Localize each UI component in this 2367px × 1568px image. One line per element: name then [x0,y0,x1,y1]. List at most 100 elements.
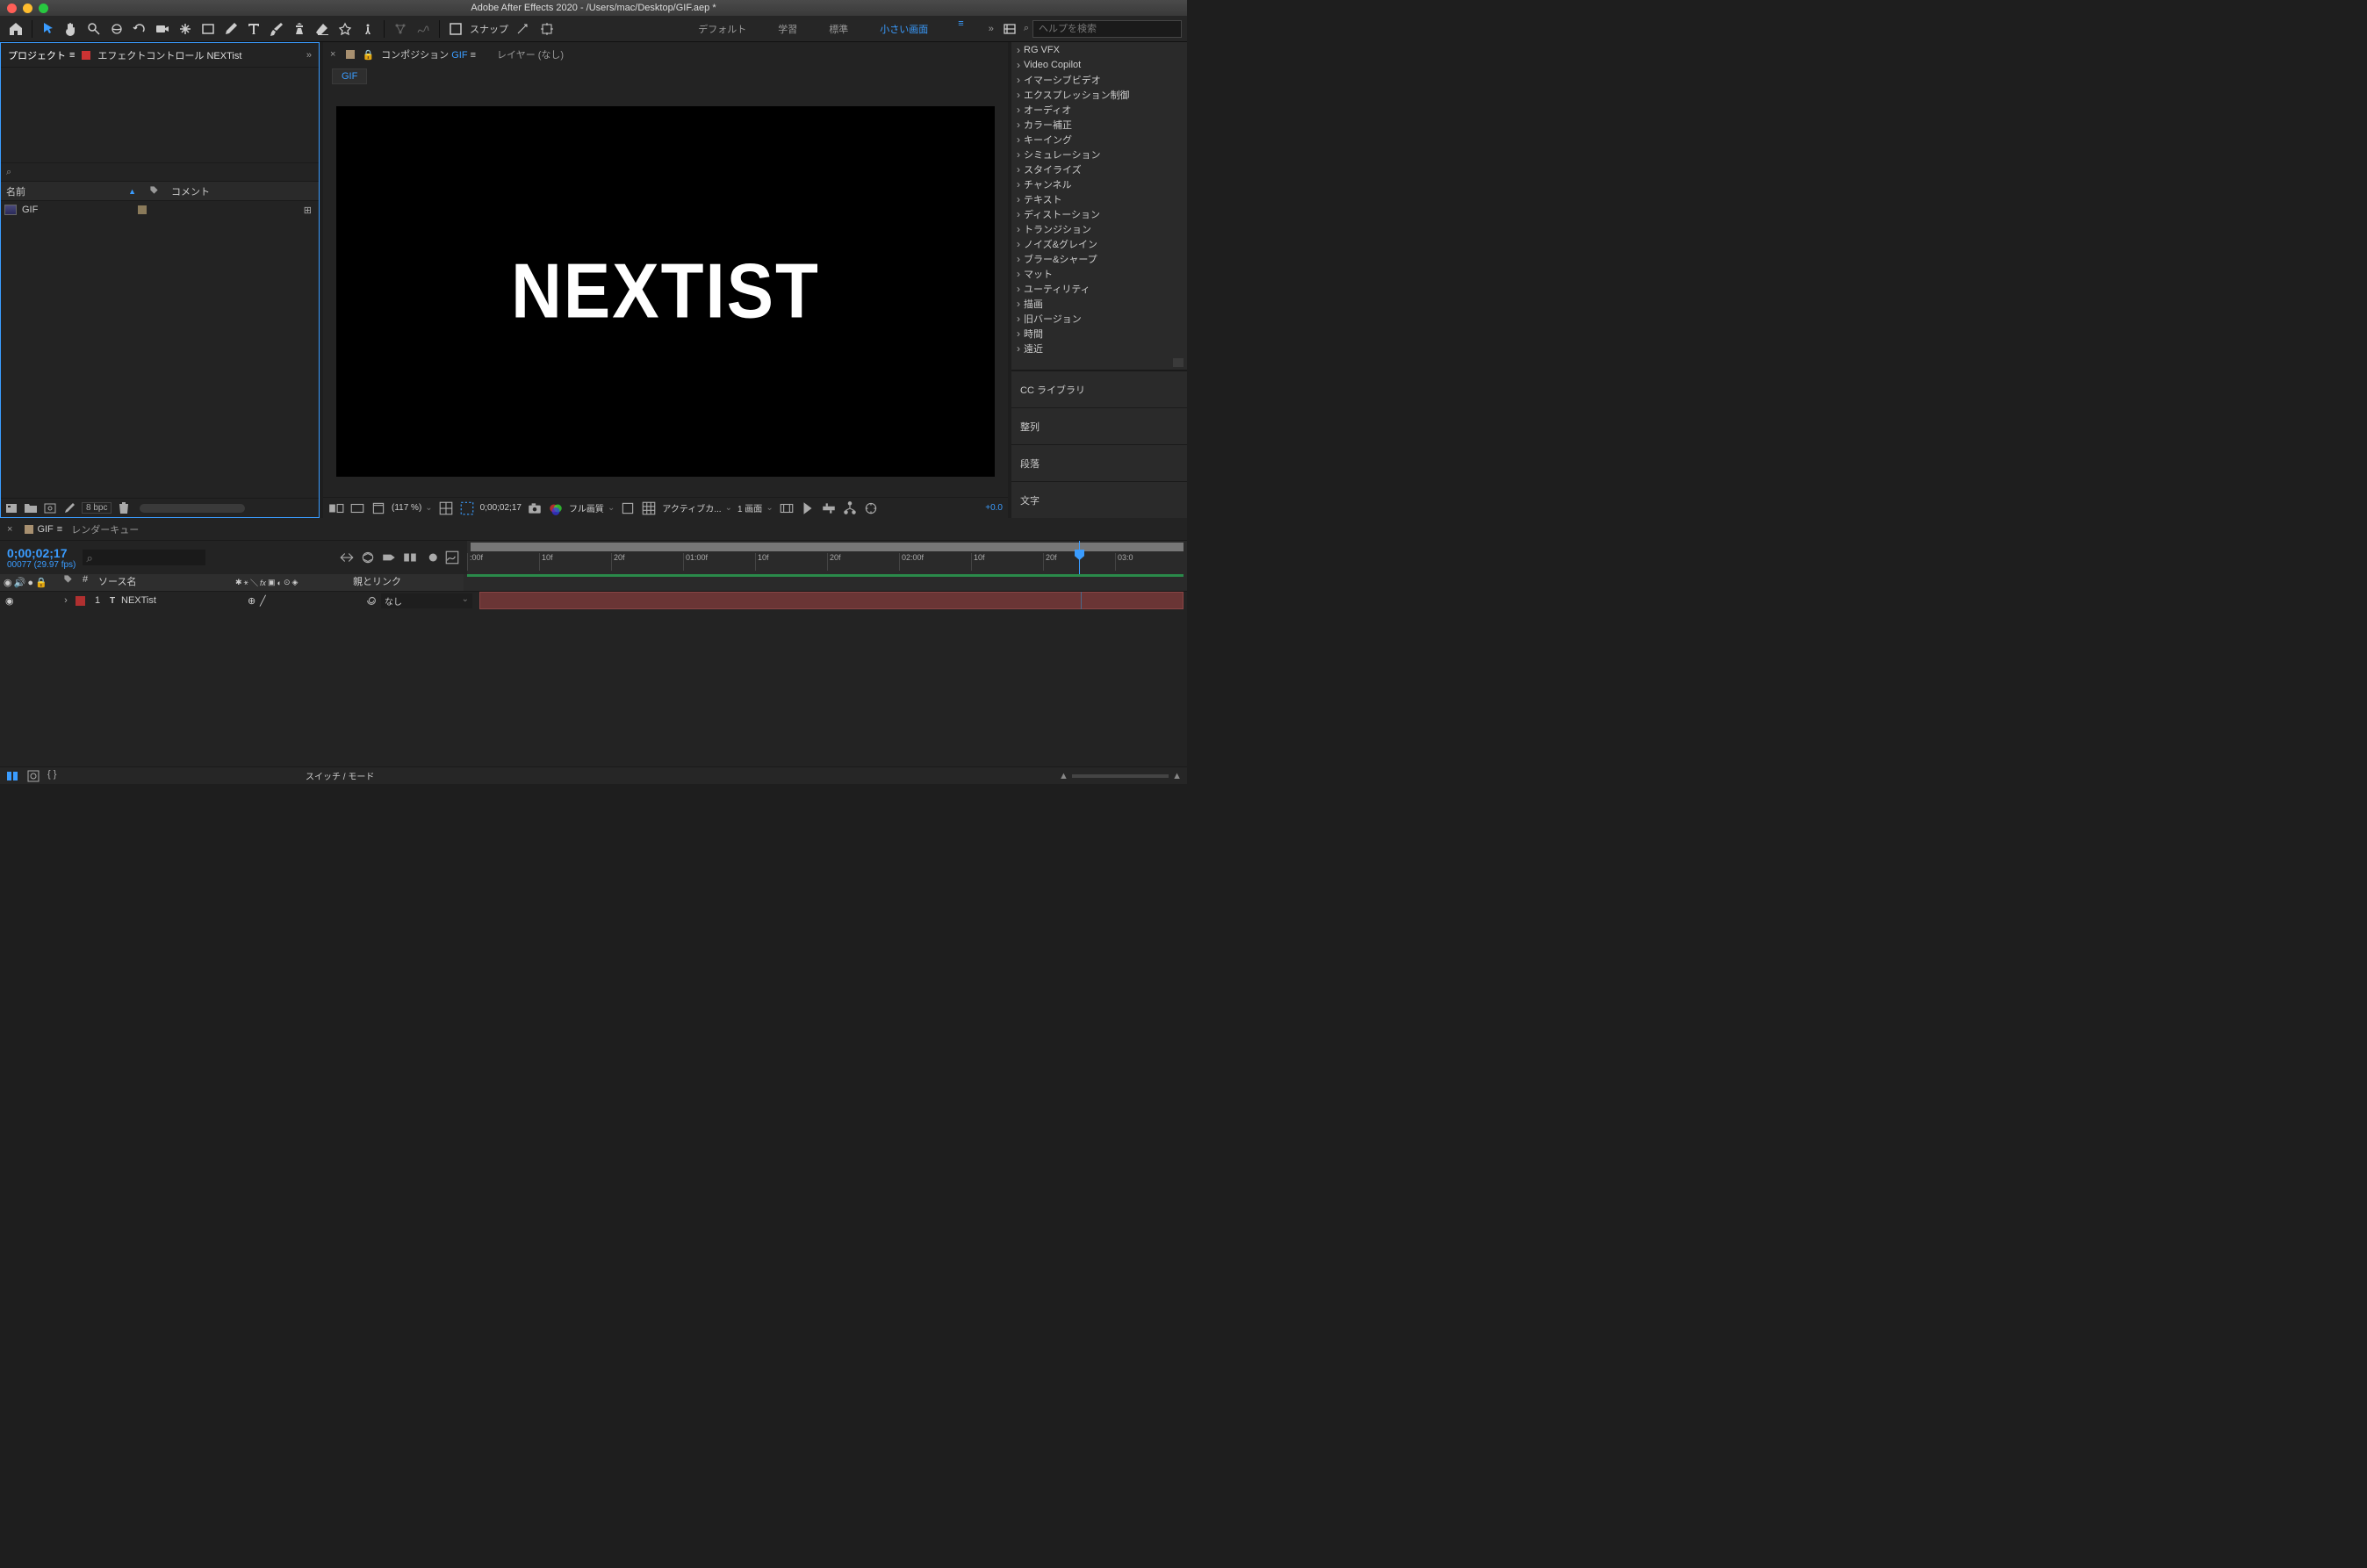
effects-category-list[interactable]: RG VFXVideo Copilotイマーシブビデオエクスプレッション制御オー… [1011,42,1187,355]
pickwhip-icon[interactable] [365,594,378,607]
timeline-tab[interactable]: GIF ≡ [25,524,62,535]
composition-canvas[interactable]: NEXTIST [336,106,995,477]
character-section[interactable]: 文字 [1011,481,1187,518]
horizontal-scrollbar[interactable] [140,504,245,513]
views-select[interactable]: 1 画面 [737,501,773,514]
close-tab-icon[interactable]: × [330,49,335,60]
hand-tool[interactable] [61,18,82,40]
layer-duration-bar[interactable] [479,592,1184,609]
toggle-transparency-icon[interactable] [371,500,386,516]
effects-panel-menu[interactable] [1011,355,1187,370]
orbit-tool[interactable] [106,18,127,40]
snap-checkbox[interactable] [445,18,466,40]
solo-column-icon[interactable]: ● [27,578,33,588]
pan-behind-tool[interactable] [175,18,196,40]
new-comp-icon[interactable] [43,501,57,515]
composition-breadcrumb[interactable]: GIF [332,68,367,84]
flowchart-icon[interactable]: ⊞ [304,205,312,216]
camera-select[interactable]: アクティブカ... [662,501,732,514]
viewer-timecode[interactable]: 0;00;02;17 [480,503,522,513]
effect-category-item[interactable]: エクスプレッション制御 [1011,87,1187,102]
home-button[interactable] [5,18,26,40]
region-icon[interactable] [459,500,475,516]
rectangle-tool[interactable] [198,18,219,40]
toggle-in-out-icon[interactable]: { } [47,769,61,783]
resolution-icon[interactable] [438,500,454,516]
timeline-ruler[interactable]: :00f10f20f01:00f10f20f02:00f10f20f03:0 [467,541,1187,574]
toggle-alpha-icon[interactable] [328,500,344,516]
playhead[interactable] [1079,541,1080,574]
clone-stamp-tool[interactable] [289,18,310,40]
parent-select[interactable]: なし [381,593,472,608]
lock-icon[interactable]: 🔒 [362,49,374,61]
snap-grid-icon[interactable] [536,18,558,40]
switch-mode-label[interactable]: スイッチ / モード [306,769,374,782]
label-column-icon[interactable] [60,574,76,591]
effect-category-item[interactable]: 旧バージョン [1011,311,1187,326]
panel-overflow-icon[interactable]: » [306,50,312,61]
switches-column[interactable]: ✱⚹＼fx▣◐⊙◈ [235,574,349,591]
workspace-learn[interactable]: 学習 [771,18,804,40]
type-tool[interactable] [243,18,264,40]
rotation-tool[interactable] [129,18,150,40]
roto-brush-tool[interactable] [335,18,356,40]
expand-layer-icon[interactable]: › [60,595,72,606]
layer-tab[interactable]: レイヤー (なし) [497,47,564,61]
pen-tool[interactable] [220,18,241,40]
align-section[interactable]: 整列 [1011,407,1187,444]
effect-category-item[interactable]: キーイング [1011,132,1187,147]
workspace-default[interactable]: デフォルト [691,18,753,40]
delete-icon[interactable] [117,501,131,515]
close-window-button[interactable] [7,4,17,13]
maximize-window-button[interactable] [39,4,48,13]
effect-category-item[interactable]: RG VFX [1011,42,1187,57]
effect-category-item[interactable]: シミュレーション [1011,147,1187,162]
column-comment[interactable]: コメント [166,184,319,198]
draft-3d-icon[interactable] [360,550,376,565]
composition-viewer[interactable]: NEXTIST [323,86,1008,497]
lock-column-icon[interactable]: 🔒 [35,577,47,588]
effect-category-item[interactable]: マット [1011,266,1187,281]
visibility-toggle-icon[interactable]: ◉ [4,595,16,607]
help-search-input[interactable] [1032,20,1182,38]
effect-category-item[interactable]: Video Copilot [1011,57,1187,72]
zoom-slider[interactable]: ▲ ▲ [1059,773,1182,780]
effect-category-item[interactable]: ユーティリティ [1011,281,1187,296]
camera-tool[interactable] [152,18,173,40]
cc-libraries-section[interactable]: CC ライブラリ [1011,370,1187,407]
effect-category-item[interactable]: 描画 [1011,296,1187,311]
project-search-input[interactable] [11,166,313,179]
effect-category-item[interactable]: 時間 [1011,326,1187,341]
shy-icon[interactable] [381,550,397,565]
exposure-value[interactable]: +0.0 [985,503,1003,513]
snap-options-icon[interactable] [512,18,533,40]
workspace-small[interactable]: 小さい画面 [873,18,935,40]
project-item[interactable]: GIF ⊞ [1,201,319,219]
effect-category-item[interactable]: カラー補正 [1011,117,1187,132]
source-name-column[interactable]: ソース名 [95,574,235,591]
fast-preview-icon[interactable] [800,500,816,516]
pixel-aspect-icon[interactable] [779,500,795,516]
layer-name[interactable]: NEXTist [121,595,156,606]
audio-column-icon[interactable]: 🔊 [14,577,26,588]
toggle-switches-icon[interactable] [5,769,19,783]
effect-category-item[interactable]: ブラー&シャープ [1011,251,1187,266]
toggle-mask-icon[interactable] [349,500,365,516]
selection-tool[interactable] [38,18,59,40]
timeline-icon[interactable] [821,500,837,516]
color-depth[interactable]: 8 bpc [82,502,112,514]
graph-editor-icon[interactable] [444,550,460,565]
number-column[interactable]: # [76,574,95,591]
timeline-search[interactable] [83,550,205,565]
interpret-footage-icon[interactable] [4,501,18,515]
column-name[interactable]: 名前▲ [1,184,141,198]
label-color-swatch[interactable] [138,205,147,214]
workspace-menu-icon[interactable]: ≡ [953,18,968,40]
effect-category-item[interactable]: トランジション [1011,221,1187,236]
effect-controls-tab[interactable]: エフェクトコントロール NEXTist [97,48,241,62]
composition-tab[interactable]: コンポジション GIF ≡ [381,47,476,61]
effect-category-item[interactable]: スタイライズ [1011,162,1187,176]
quality-select[interactable]: フル画質 [569,501,615,514]
parent-column[interactable]: 親とリンク [349,574,464,591]
settings-icon[interactable] [999,18,1020,40]
